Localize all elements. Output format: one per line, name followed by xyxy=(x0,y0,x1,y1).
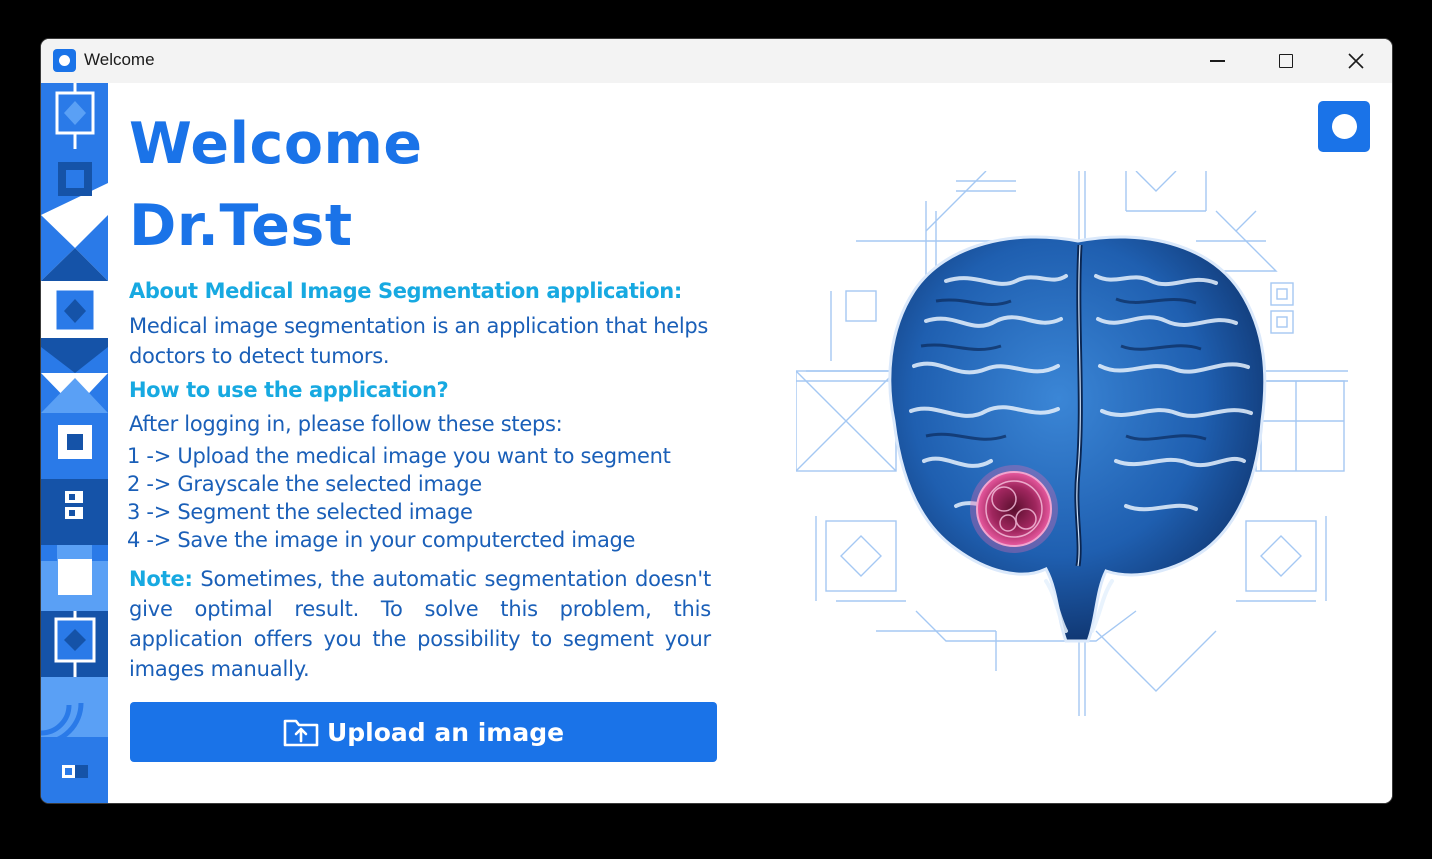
step-item: 4 -> Save the image in your computercted… xyxy=(127,528,636,552)
note-label: Note: xyxy=(129,567,193,591)
welcome-heading: Welcome xyxy=(129,111,423,177)
maximize-icon xyxy=(1279,54,1293,68)
sidebar-pattern xyxy=(41,83,108,803)
note-text: Sometimes, the automatic segmentation do… xyxy=(129,567,711,681)
welcome-window: Welcome Welcome Dr.Test About Medical Im… xyxy=(41,39,1392,803)
close-icon xyxy=(1348,53,1364,69)
app-icon xyxy=(53,49,76,72)
profile-button[interactable] xyxy=(1318,101,1370,152)
folder-upload-icon xyxy=(283,719,319,747)
upload-button-label: Upload an image xyxy=(326,717,565,747)
close-button[interactable] xyxy=(1322,39,1390,83)
step-item: 2 -> Grayscale the selected image xyxy=(127,472,482,496)
brain-illustration xyxy=(796,171,1348,716)
about-heading: About Medical Image Segmentation applica… xyxy=(129,279,682,303)
step-item: 3 -> Segment the selected image xyxy=(127,500,473,524)
main-content: Welcome Dr.Test About Medical Image Segm… xyxy=(108,83,1392,803)
about-text: Medical image segmentation is an applica… xyxy=(129,314,709,368)
step-item: 1 -> Upload the medical image you want t… xyxy=(127,444,671,468)
upload-image-button[interactable]: Upload an image xyxy=(130,702,717,762)
maximize-button[interactable] xyxy=(1252,39,1320,83)
window-title: Welcome xyxy=(84,50,155,69)
decorative-sidebar xyxy=(41,83,108,803)
how-to-heading: How to use the application? xyxy=(129,378,449,402)
title-bar[interactable]: Welcome xyxy=(41,39,1392,83)
minimize-icon xyxy=(1209,60,1225,62)
doctor-name: Dr.Test xyxy=(129,193,353,259)
minimize-button[interactable] xyxy=(1183,39,1251,83)
steps-list: 1 -> Upload the medical image you want t… xyxy=(127,442,671,554)
after-login-text: After logging in, please follow these st… xyxy=(129,412,563,436)
note-paragraph: Note: Sometimes, the automatic segmentat… xyxy=(129,564,711,684)
